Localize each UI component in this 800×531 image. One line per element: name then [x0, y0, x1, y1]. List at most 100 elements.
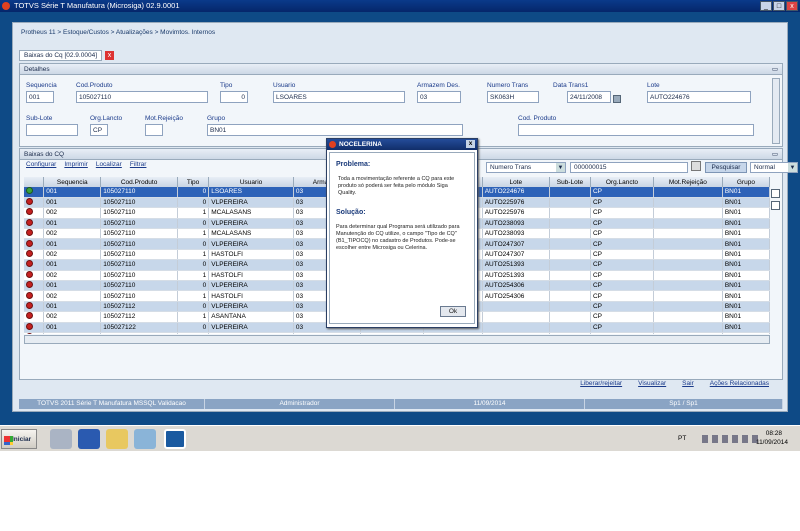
close-button[interactable]: x: [786, 1, 798, 11]
cell-mot: [653, 301, 723, 313]
cell-cod: 105027110: [100, 207, 178, 219]
protheus-icon[interactable]: [164, 429, 186, 449]
window-titlebar: TOTVS Série T Manufatura (Microsiga) 02.…: [0, 0, 800, 12]
column-header[interactable]: Org.Lancto: [590, 177, 654, 187]
cell-tipo: 0: [177, 197, 210, 209]
cell-seq: 001: [43, 218, 102, 230]
grupo-field[interactable]: BN01: [207, 124, 463, 136]
column-header[interactable]: Sub-Lote: [549, 177, 591, 187]
cell-seq: 001: [43, 187, 102, 198]
cell-tipo: 0: [177, 301, 210, 313]
status-cell: [24, 280, 45, 292]
maximize-button[interactable]: □: [773, 1, 785, 11]
view-select[interactable]: Normal ▼: [750, 162, 798, 173]
minimize-button[interactable]: _: [760, 1, 772, 11]
table-row[interactable]: 0021050271221ASANTANA03SK0J0O24/03/2008 C…: [24, 332, 770, 334]
column-header[interactable]: Cod.Produto: [100, 177, 178, 187]
window-icon[interactable]: [134, 429, 156, 449]
cell-grp: BN01: [722, 249, 770, 261]
usuario-field[interactable]: LSOARES: [273, 91, 405, 103]
chevron-down-icon: ▼: [556, 163, 565, 172]
org-lancto-field[interactable]: CP: [90, 124, 108, 136]
cell-grp: BN01: [722, 238, 770, 250]
cell-lote: AUTO225976: [482, 207, 550, 219]
solution-title: Solução:: [336, 209, 366, 216]
collapse-icon[interactable]: ▭: [772, 64, 778, 75]
cell-lote: AUTO247307: [482, 238, 550, 250]
cell-sub: [549, 332, 591, 334]
cell-lote: AUTO225976: [482, 197, 550, 209]
usuario-label: Usuario: [273, 82, 296, 89]
status-cell: [24, 290, 45, 302]
status-red-icon: [26, 301, 33, 309]
start-button[interactable]: Iniciar: [1, 429, 37, 449]
ok-button[interactable]: Ok: [440, 306, 466, 317]
column-header[interactable]: Mot.Rejeição: [653, 177, 723, 187]
status-cell: [24, 332, 45, 334]
cell-seq: 001: [43, 280, 102, 292]
cell-cod: 105027110: [100, 197, 178, 209]
cell-user: VLPEREIRA: [208, 322, 294, 333]
cell-seq: 002: [43, 290, 102, 302]
cell-grp: BN01: [722, 270, 770, 282]
server-icon[interactable]: [50, 429, 72, 449]
search-field-select[interactable]: Numero Trans ▼: [486, 162, 566, 173]
column-header[interactable]: Sequencia: [43, 177, 102, 187]
armazem-label: Armazem Des.: [417, 82, 460, 89]
cod-produto-field[interactable]: 105027110: [76, 91, 208, 103]
status-cell: [24, 311, 45, 323]
cell-cod: 105027110: [100, 228, 178, 240]
cell-mot: [653, 218, 723, 230]
cell-tipo: 0: [177, 187, 210, 198]
search-icon[interactable]: [691, 161, 701, 171]
collapse-icon[interactable]: ▭: [772, 149, 778, 160]
visualizar-link[interactable]: Visualizar: [638, 380, 666, 387]
tab-close-icon[interactable]: x: [105, 50, 114, 60]
lote-field[interactable]: AUTO224676: [647, 91, 751, 103]
tray-icons[interactable]: [702, 435, 762, 443]
search-input[interactable]: 000000015: [570, 162, 688, 173]
imprimir-link[interactable]: Imprimir: [64, 161, 87, 168]
tipo-field[interactable]: 0: [220, 91, 248, 103]
calendar-icon[interactable]: [613, 95, 621, 103]
cell-lote: [482, 332, 550, 334]
status-cell: [24, 301, 45, 313]
localizar-link[interactable]: Localizar: [96, 161, 122, 168]
configurar-link[interactable]: Configurar: [26, 161, 56, 168]
cell-seq: 001: [43, 301, 102, 313]
cell-user: HASTOLFI: [208, 270, 294, 282]
horizontal-scrollbar[interactable]: [24, 335, 770, 344]
cell-tipo: 1: [177, 207, 210, 219]
acoes-relacionadas-link[interactable]: Ações Relacionadas: [710, 380, 769, 387]
column-header[interactable]: [24, 177, 45, 187]
pesquisar-button[interactable]: Pesquisar: [705, 162, 747, 173]
numero-trans-field[interactable]: SK063H: [487, 91, 539, 103]
details-scrollbar[interactable]: [772, 78, 780, 144]
cell-org: CP: [590, 249, 654, 261]
column-header[interactable]: Usuario: [208, 177, 294, 187]
cod-produto2-field[interactable]: [518, 124, 754, 136]
sequencia-field[interactable]: 001: [26, 91, 54, 103]
column-header[interactable]: Grupo: [722, 177, 770, 187]
liberar-rejeitar-link[interactable]: Liberar/rejeitar: [580, 380, 622, 387]
cell-cod: 105027112: [100, 311, 178, 323]
armazem-field[interactable]: 03: [417, 91, 461, 103]
folder-icon[interactable]: [106, 429, 128, 449]
cell-seq: 002: [43, 311, 102, 323]
vertical-scroll-down[interactable]: [771, 201, 780, 210]
column-header[interactable]: Tipo: [177, 177, 210, 187]
column-header[interactable]: Lote: [482, 177, 550, 187]
sair-link[interactable]: Sair: [682, 380, 694, 387]
data-trans-field[interactable]: 24/11/2008: [567, 91, 611, 103]
sub-lote-field[interactable]: [26, 124, 78, 136]
mot-rejeicao-field[interactable]: [145, 124, 163, 136]
cell-tipo: 0: [177, 259, 210, 271]
cell-grp: BN01: [722, 228, 770, 240]
dialog-close-button[interactable]: x: [466, 140, 475, 148]
language-indicator[interactable]: PT: [678, 435, 686, 442]
vertical-scroll-up[interactable]: [771, 189, 780, 198]
cell-lote: [482, 311, 550, 323]
filtrar-link[interactable]: Filtrar: [130, 161, 147, 168]
powershell-icon[interactable]: [78, 429, 100, 449]
tab-baixas-cq[interactable]: Baixas do Cq [02.9.0004]: [19, 49, 102, 61]
